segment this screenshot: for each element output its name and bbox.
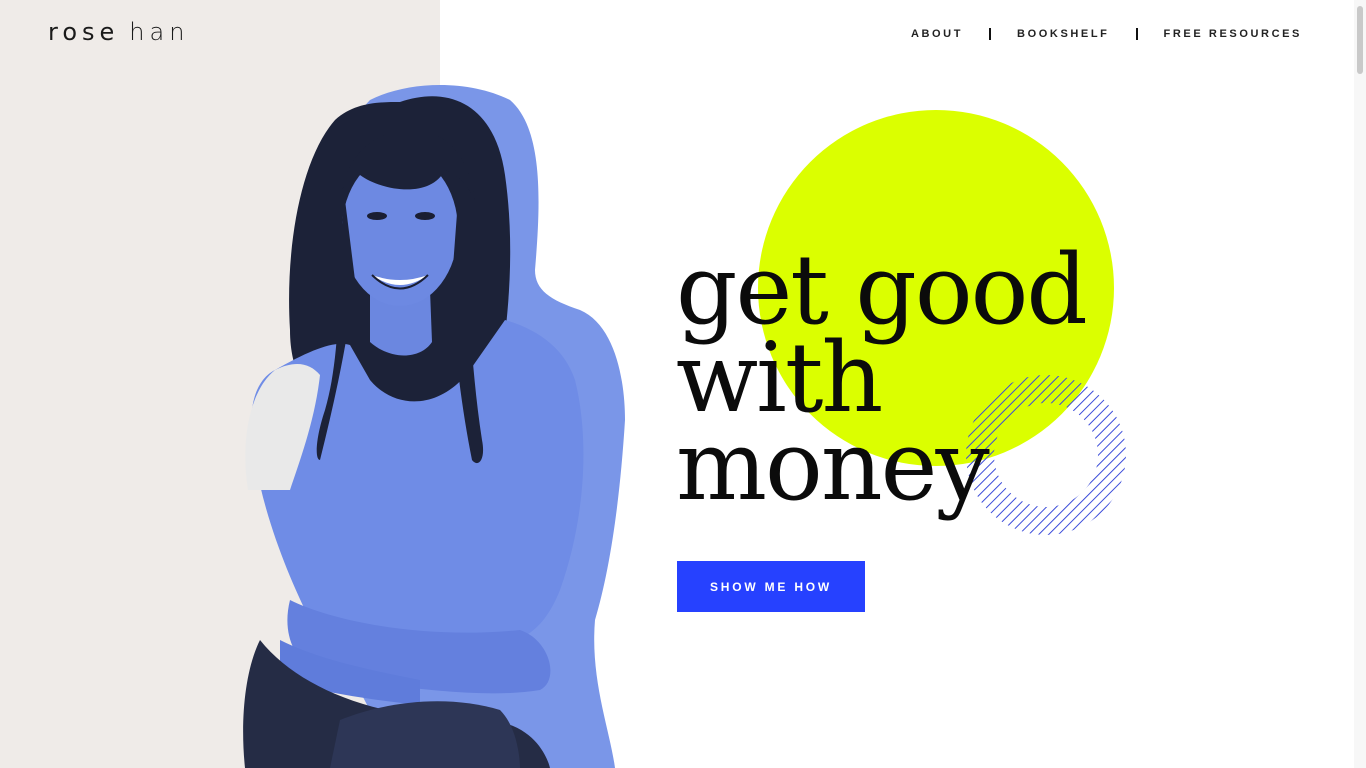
headline-line: money [676,410,990,522]
show-me-how-button[interactable]: SHOW ME HOW [677,561,865,612]
top-navigation: ABOUT BOOKSHELF FREE RESOURCES [911,28,1302,40]
scrollbar-thumb[interactable] [1357,6,1363,74]
site-logo[interactable]: rose han [48,18,189,46]
nav-about-link[interactable]: ABOUT [911,28,963,40]
nav-divider [989,28,992,40]
portrait-image [243,85,625,768]
logo-last-name: han [129,18,190,46]
headline-line: get good [676,234,1088,346]
nav-divider [1135,28,1138,40]
nav-free-resources-link[interactable]: FREE RESOURCES [1164,28,1302,40]
page-scrollbar[interactable] [1354,0,1366,768]
nav-bookshelf-link[interactable]: BOOKSHELF [1017,28,1109,40]
hero-headline: get good with money [676,234,1088,522]
logo-first-name: rose [48,18,120,46]
headline-line: with [676,322,883,434]
